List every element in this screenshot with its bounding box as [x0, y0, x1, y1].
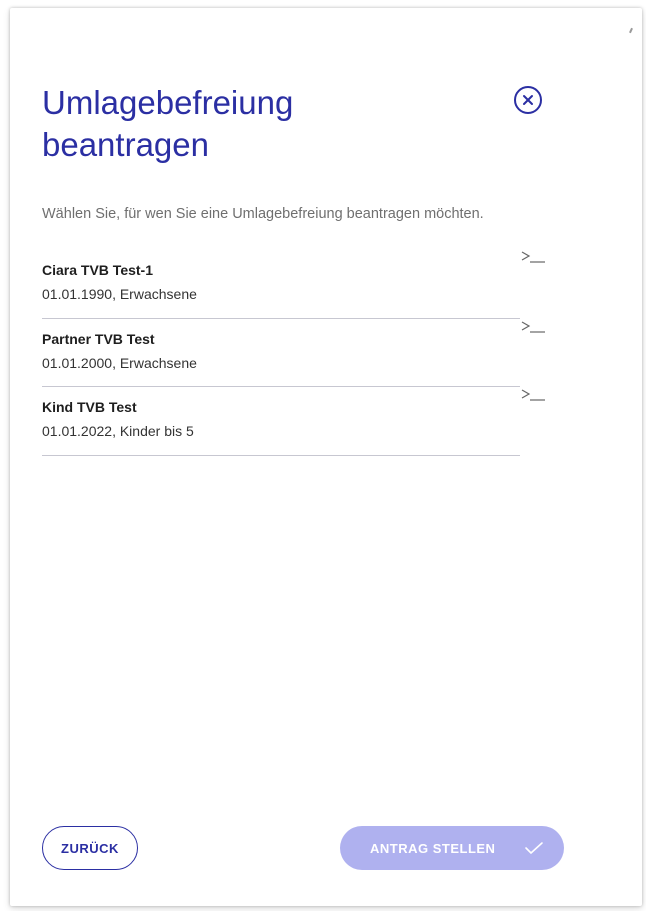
submit-application-button[interactable]: ANTRAG STELLEN: [340, 826, 564, 870]
row-divider: [42, 386, 520, 387]
close-icon: [523, 95, 533, 105]
row-divider: [42, 455, 520, 456]
person-name: Ciara TVB Test-1: [42, 262, 153, 278]
person-name: Kind TVB Test: [42, 399, 137, 415]
instruction-text: Wählen Sie, für wen Sie eine Umlagebefre…: [42, 206, 484, 222]
back-button-label: ZURÜCK: [61, 840, 119, 856]
arrow-right-icon: [521, 389, 545, 401]
dialog-title: Umlagebefreiung beantragen: [42, 84, 294, 163]
person-item[interactable]: Kind TVB Test 01.01.2022, Kinder bis 5: [42, 389, 545, 453]
close-button[interactable]: [514, 86, 542, 114]
person-detail: 01.01.2022, Kinder bis 5: [42, 423, 194, 439]
person-item[interactable]: Partner TVB Test 01.01.2000, Erwachsene: [42, 321, 545, 385]
person-detail: 01.01.1990, Erwachsene: [42, 286, 197, 302]
person-name: Partner TVB Test: [42, 331, 155, 347]
arrow-right-icon: [521, 321, 545, 333]
submit-button-label: ANTRAG STELLEN: [370, 841, 496, 856]
person-item[interactable]: Ciara TVB Test-1 01.01.1990, Erwachsene: [42, 251, 545, 316]
row-divider: [42, 318, 520, 319]
checkmark-icon: [525, 842, 543, 854]
arrow-right-icon: [521, 251, 545, 263]
person-detail: 01.01.2000, Erwachsene: [42, 355, 197, 371]
back-button[interactable]: ZURÜCK: [42, 826, 138, 870]
